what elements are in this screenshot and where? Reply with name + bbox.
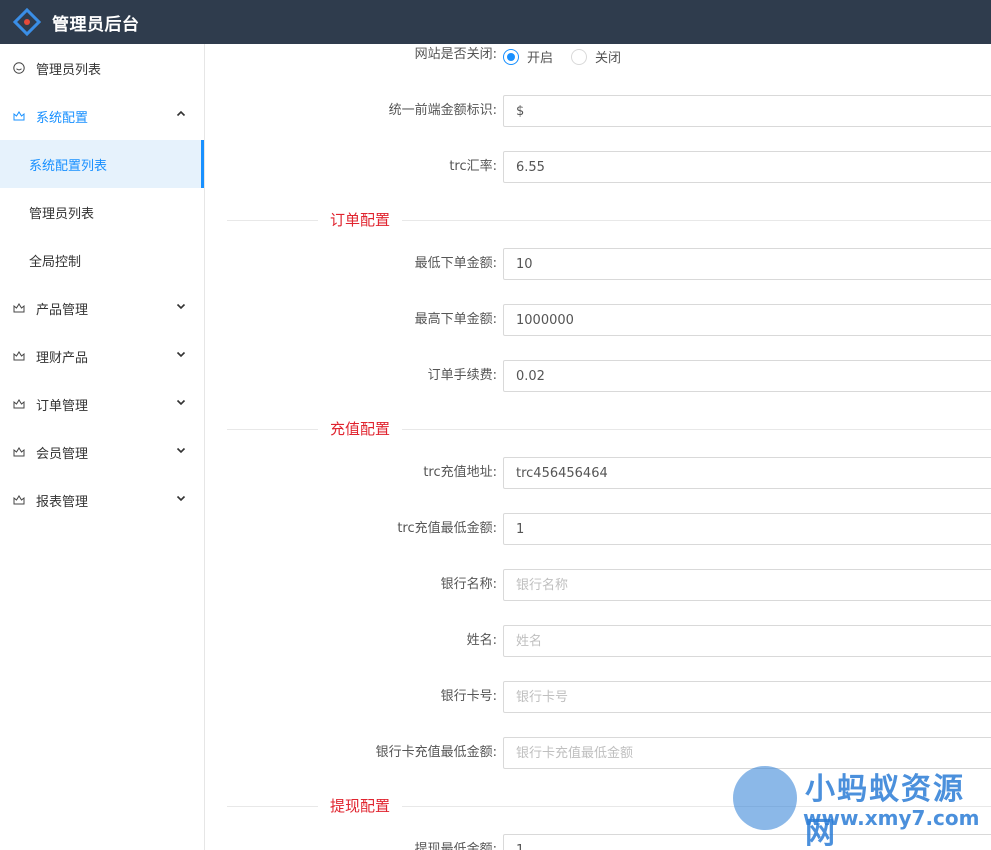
field-label: 最低下单金额: [414,256,497,271]
watermark-url: www.xmy7.com [803,806,980,830]
chevron-down-icon[interactable] [176,493,186,506]
trc-address-input[interactable] [503,457,991,489]
sidebar-subitem-global-control[interactable]: 全局控制 [0,236,204,284]
sidebar: 管理员列表 系统配置 系统配置列表 管理员列表 全局控制 产品管理 理财产品 订… [0,44,205,850]
currency-symbol-input[interactable] [503,95,991,127]
section-title: 提现配置 [318,796,403,816]
top-header: 管理员后台 [0,0,991,44]
field-label: 银行卡号: [440,689,497,704]
max-order-row: 最高下单金额: [205,304,991,336]
watermark: 小蚂蚁资源网 www.xmy7.com [725,762,985,850]
radio-label: 关闭 [595,51,622,66]
bank-card-input[interactable] [503,681,991,713]
sidebar-item-label: 会员管理 [36,446,89,462]
crown-icon [13,494,25,506]
chevron-down-icon[interactable] [176,397,186,410]
sidebar-subitem-system-config-list[interactable]: 系统配置列表 [0,140,204,188]
section-title: 订单配置 [318,210,403,230]
sidebar-item-label: 产品管理 [36,302,89,318]
field-label: 订单手续费: [427,368,497,383]
sidebar-item-report-management[interactable]: 报表管理 [0,476,204,524]
field-label: 提现最低金额: [414,842,497,850]
field-label: 统一前端金额标识: [388,103,497,118]
field-label: 最高下单金额: [414,312,497,327]
logo-icon [12,7,42,37]
bank-name-input[interactable] [503,569,991,601]
order-fee-row: 订单手续费: [205,360,991,392]
crown-icon [13,446,25,458]
sidebar-item-wealth-products[interactable]: 理财产品 [0,332,204,380]
smile-icon [13,62,25,74]
sidebar-item-label: 订单管理 [36,398,89,414]
watermark-logo-icon [733,766,797,830]
max-order-input[interactable] [503,304,991,336]
radio-checked-icon [503,48,519,65]
field-label: trc充值最低金额: [397,521,497,536]
min-order-row: 最低下单金额: [205,248,991,280]
crown-icon [13,350,25,362]
field-label: 姓名: [466,633,497,648]
trc-rate-input[interactable] [503,151,991,183]
sidebar-item-product-management[interactable]: 产品管理 [0,284,204,332]
trc-min-input[interactable] [503,513,991,545]
crown-icon [13,302,25,314]
chevron-down-icon[interactable] [176,349,186,362]
holder-name-row: 姓名: [205,625,991,657]
trc-min-row: trc充值最低金额: [205,513,991,545]
config-form: 网站是否关闭: 开启 关闭 统一前端金额标识: trc汇率: 订单配置 最低下单… [205,44,991,850]
bank-card-row: 银行卡号: [205,681,991,713]
sidebar-item-system-config[interactable]: 系统配置 [0,92,204,140]
sidebar-item-label: 报表管理 [36,494,89,510]
sidebar-item-admin-list[interactable]: 管理员列表 [0,44,204,92]
sidebar-item-label: 管理员列表 [36,62,102,78]
field-label: 网站是否关闭: [414,47,497,62]
chevron-down-icon[interactable] [176,445,186,458]
field-label: trc汇率: [449,159,497,174]
radio-unchecked-icon [571,48,587,65]
bank-name-row: 银行名称: [205,569,991,601]
field-label: trc充值地址: [423,465,497,480]
holder-name-input[interactable] [503,625,991,657]
app-title: 管理员后台 [52,14,140,35]
sidebar-item-member-management[interactable]: 会员管理 [0,428,204,476]
section-title: 充值配置 [318,419,403,439]
currency-symbol-row: 统一前端金额标识: [205,95,991,127]
radio-label: 开启 [527,51,554,66]
trc-address-row: trc充值地址: [205,457,991,489]
section-recharge-config: 充值配置 [227,419,991,439]
chevron-up-icon[interactable] [176,109,186,122]
order-fee-input[interactable] [503,360,991,392]
sidebar-subitem-admin-list[interactable]: 管理员列表 [0,188,204,236]
radio-close[interactable]: 关闭 [571,47,621,66]
field-label: 银行卡充值最低金额: [375,745,497,760]
radio-open[interactable]: 开启 [503,47,553,66]
section-order-config: 订单配置 [227,210,991,230]
min-order-input[interactable] [503,248,991,280]
sidebar-item-label: 理财产品 [36,350,89,366]
crown-icon [13,398,25,410]
field-label: 银行名称: [440,577,497,592]
sidebar-item-order-management[interactable]: 订单管理 [0,380,204,428]
site-closed-row: 网站是否关闭: 开启 关闭 [205,44,991,67]
crown-icon [13,110,25,122]
trc-rate-row: trc汇率: [205,151,991,183]
sidebar-item-label: 系统配置 [36,110,89,126]
chevron-down-icon[interactable] [176,301,186,314]
